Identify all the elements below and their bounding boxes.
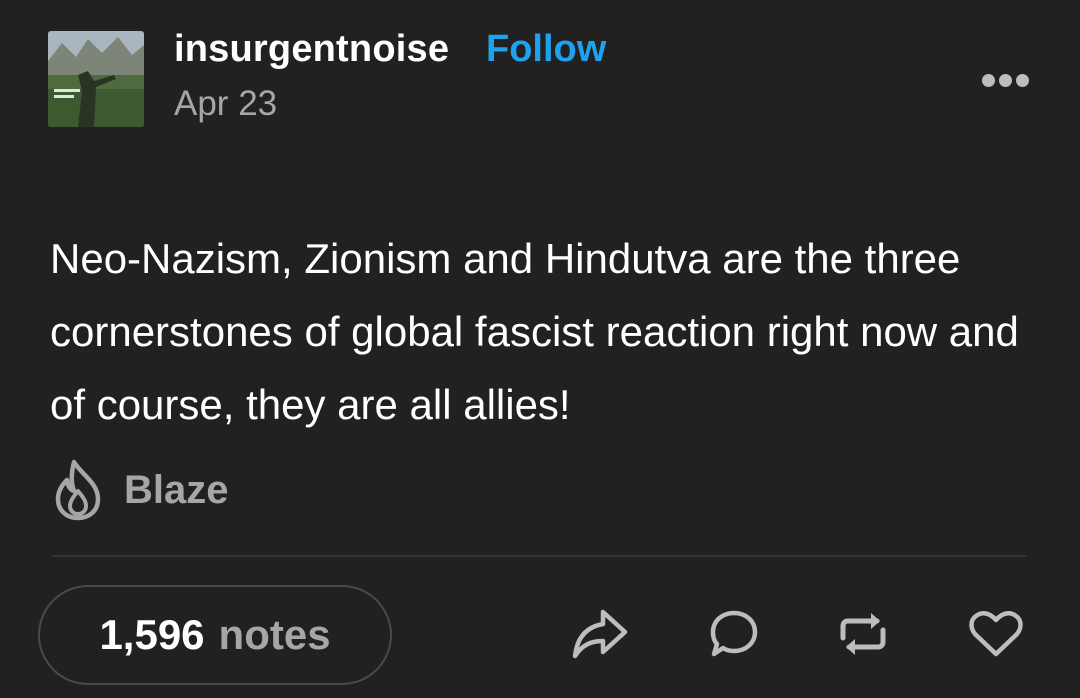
heart-icon	[969, 610, 1023, 657]
notes-button[interactable]: 1,596 notes	[38, 585, 392, 685]
divider	[52, 555, 1027, 557]
notes-label: notes	[218, 611, 331, 658]
post-date[interactable]: Apr 23	[174, 84, 277, 124]
reply-button[interactable]	[704, 604, 764, 664]
like-button[interactable]	[966, 604, 1026, 664]
avatar[interactable]	[48, 31, 144, 127]
share-button[interactable]	[570, 604, 630, 664]
speech-bubble-icon	[710, 610, 758, 657]
follow-button[interactable]: Follow	[486, 28, 606, 71]
post-body: Neo-Nazism, Zionism and Hindutva are the…	[50, 235, 1019, 428]
reblog-icon	[840, 613, 886, 655]
reblog-button[interactable]	[833, 604, 893, 664]
flame-icon	[55, 459, 101, 521]
share-arrow-icon	[572, 609, 628, 659]
notes-count: 1,596	[99, 611, 205, 658]
blaze-button[interactable]: Blaze	[52, 458, 229, 522]
blaze-label: Blaze	[124, 467, 229, 512]
username[interactable]: insurgentnoise	[174, 28, 449, 71]
more-horizontal-icon[interactable]	[982, 70, 1034, 90]
